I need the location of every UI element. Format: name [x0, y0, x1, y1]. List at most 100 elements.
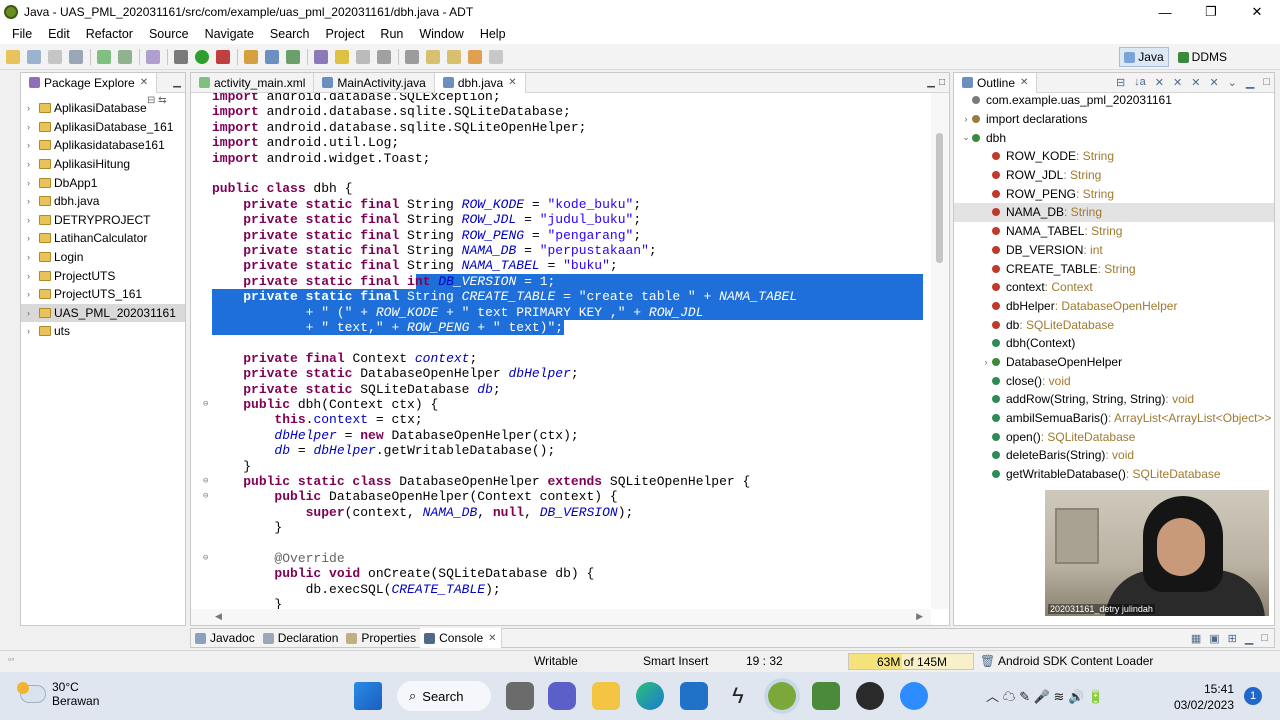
tab-properties[interactable]: Properties: [342, 628, 420, 648]
code-line[interactable]: public class dbh {: [191, 181, 931, 196]
project-item[interactable]: › ProjectUTS_161: [21, 285, 185, 304]
expand-icon[interactable]: ›: [27, 103, 37, 113]
fast-view-icon[interactable]: ▫◦: [8, 654, 14, 664]
menu-refactor[interactable]: Refactor: [78, 27, 141, 41]
hide-local-types-icon[interactable]: ✕: [1209, 76, 1218, 89]
project-item[interactable]: › AplikasiHitung: [21, 155, 185, 174]
back-icon[interactable]: [468, 49, 482, 64]
fold-icon[interactable]: ⊖: [203, 474, 208, 489]
code-line[interactable]: public void onCreate(SQLiteDatabase db) …: [191, 566, 931, 581]
code-line[interactable]: }: [191, 597, 931, 609]
debug-icon[interactable]: [174, 49, 188, 64]
code-line[interactable]: [191, 536, 931, 551]
close-icon[interactable]: ✕: [140, 77, 148, 88]
project-item[interactable]: › uts: [21, 322, 185, 341]
menu-search[interactable]: Search: [262, 27, 318, 41]
new-package-icon[interactable]: [265, 49, 279, 64]
previous-annotation-icon[interactable]: [447, 49, 461, 64]
code-line[interactable]: private static SQLiteDatabase db;: [191, 382, 931, 397]
external-tools-icon[interactable]: [216, 49, 230, 64]
project-item[interactable]: › DETRYPROJECT: [21, 211, 185, 230]
minimize-view-icon[interactable]: ▁: [927, 77, 935, 88]
close-button[interactable]: ✕: [1234, 0, 1280, 24]
project-item[interactable]: › dbh.java: [21, 192, 185, 211]
hide-static-icon[interactable]: ✕: [1173, 76, 1182, 89]
code-line[interactable]: db = dbHelper.getWritableDatabase();: [191, 443, 931, 458]
block-selection-icon[interactable]: [377, 49, 391, 64]
sort-icon[interactable]: ↓a: [1134, 76, 1146, 89]
code-line[interactable]: + " text," + ROW_PENG + " text)";: [191, 320, 931, 335]
expand-icon[interactable]: ›: [27, 308, 37, 318]
tab-package-explorer[interactable]: Package Explore ✕: [21, 72, 158, 93]
code-line[interactable]: }: [191, 520, 931, 535]
code-line[interactable]: private static final String ROW_PENG = "…: [191, 228, 931, 243]
code-line[interactable]: private static final String ROW_JDL = "j…: [191, 212, 931, 227]
menu-file[interactable]: File: [4, 27, 40, 41]
project-item[interactable]: › LatihanCalculator: [21, 229, 185, 248]
android-sdk-icon[interactable]: [97, 49, 111, 64]
task-view-icon[interactable]: [506, 682, 534, 710]
file-explorer-icon[interactable]: [592, 682, 620, 710]
system-tray[interactable]: ︿ ☁ ✎ 🎤 ≋ 🔊 🔋: [986, 686, 1104, 705]
code-line[interactable]: }: [191, 459, 931, 474]
outline-item[interactable]: close() : void: [954, 371, 1274, 390]
menu-project[interactable]: Project: [318, 27, 373, 41]
maximize-view-icon[interactable]: □: [1263, 76, 1270, 89]
expand-icon[interactable]: ⌄: [960, 132, 972, 143]
menu-source[interactable]: Source: [141, 27, 197, 41]
code-line[interactable]: ⊖ public static class DatabaseOpenHelper…: [191, 474, 931, 489]
expand-icon[interactable]: ›: [27, 122, 37, 132]
code-line[interactable]: import android.database.SQLException;: [191, 93, 931, 104]
tab-dbh-java[interactable]: dbh.java ✕: [434, 72, 526, 93]
project-item[interactable]: › AplikasiDatabase_161: [21, 118, 185, 137]
weather-widget[interactable]: 30°C Berawan: [17, 680, 99, 708]
expand-icon[interactable]: ›: [960, 114, 972, 124]
mail-icon[interactable]: [680, 682, 708, 710]
code-line[interactable]: db.execSQL(CREATE_TABLE);: [191, 582, 931, 597]
code-line[interactable]: import android.util.Log;: [191, 135, 931, 150]
outline-item[interactable]: getWritableDatabase() : SQLiteDatabase: [954, 465, 1274, 484]
outline-item[interactable]: com.example.uas_pml_202031161: [954, 91, 1274, 110]
project-item[interactable]: › DbApp1: [21, 173, 185, 192]
menu-help[interactable]: Help: [472, 27, 514, 41]
outline-item[interactable]: dbh(Context): [954, 334, 1274, 353]
expand-icon[interactable]: ›: [27, 196, 37, 206]
code-line[interactable]: + " (" + ROW_KODE + " text PRIMARY KEY ,…: [191, 305, 931, 320]
open-type-icon[interactable]: [314, 49, 328, 64]
edge-browser-icon[interactable]: [636, 682, 664, 710]
search-icon[interactable]: [335, 49, 349, 64]
code-line[interactable]: ⊖ public DatabaseOpenHelper(Context cont…: [191, 489, 931, 504]
new-class-icon[interactable]: [286, 49, 300, 64]
fold-icon[interactable]: ⊖: [203, 397, 208, 412]
expand-icon[interactable]: ›: [27, 159, 37, 169]
outline-item[interactable]: › DatabaseOpenHelper: [954, 353, 1274, 372]
outline-item[interactable]: db : SQLiteDatabase: [954, 315, 1274, 334]
outline-item[interactable]: ambilSemuaBaris() : ArrayList<ArrayList<…: [954, 409, 1274, 428]
code-line[interactable]: private static final int DB_VERSION = 1;: [191, 274, 931, 289]
expand-icon[interactable]: ›: [27, 271, 37, 281]
outline-item[interactable]: ROW_PENG : String: [954, 184, 1274, 203]
outline-item[interactable]: context : Context: [954, 278, 1274, 297]
scroll-thumb[interactable]: [936, 133, 943, 263]
code-line[interactable]: [191, 335, 931, 350]
outline-item[interactable]: ROW_JDL : String: [954, 166, 1274, 185]
open-console-icon[interactable]: ⊞: [1228, 632, 1237, 645]
scroll-right-icon[interactable]: ▶: [916, 611, 923, 622]
collapse-all-icon[interactable]: ⊟ ⇆: [147, 95, 167, 106]
code-line[interactable]: private static final String ROW_KODE = "…: [191, 197, 931, 212]
maximize-view-icon[interactable]: □: [1261, 632, 1268, 645]
expand-icon[interactable]: ›: [27, 178, 37, 188]
outline-item[interactable]: ROW_KODE : String: [954, 147, 1274, 166]
expand-icon[interactable]: ›: [27, 140, 37, 150]
maximize-view-icon[interactable]: □: [939, 77, 945, 88]
clock[interactable]: 15:41 03/02/2023: [1172, 681, 1234, 713]
tab-javadoc[interactable]: Javadoc: [191, 628, 259, 648]
notification-badge[interactable]: 1: [1244, 687, 1262, 705]
scroll-left-icon[interactable]: ◀: [215, 611, 222, 622]
maximize-button[interactable]: ❐: [1188, 0, 1234, 24]
vertical-scrollbar[interactable]: [931, 93, 949, 609]
new-java-project-icon[interactable]: [244, 49, 258, 64]
outline-item[interactable]: dbHelper : DatabaseOpenHelper: [954, 297, 1274, 316]
minimize-view-icon[interactable]: ▁: [1246, 76, 1254, 89]
outline-item[interactable]: deleteBaris(String) : void: [954, 446, 1274, 465]
